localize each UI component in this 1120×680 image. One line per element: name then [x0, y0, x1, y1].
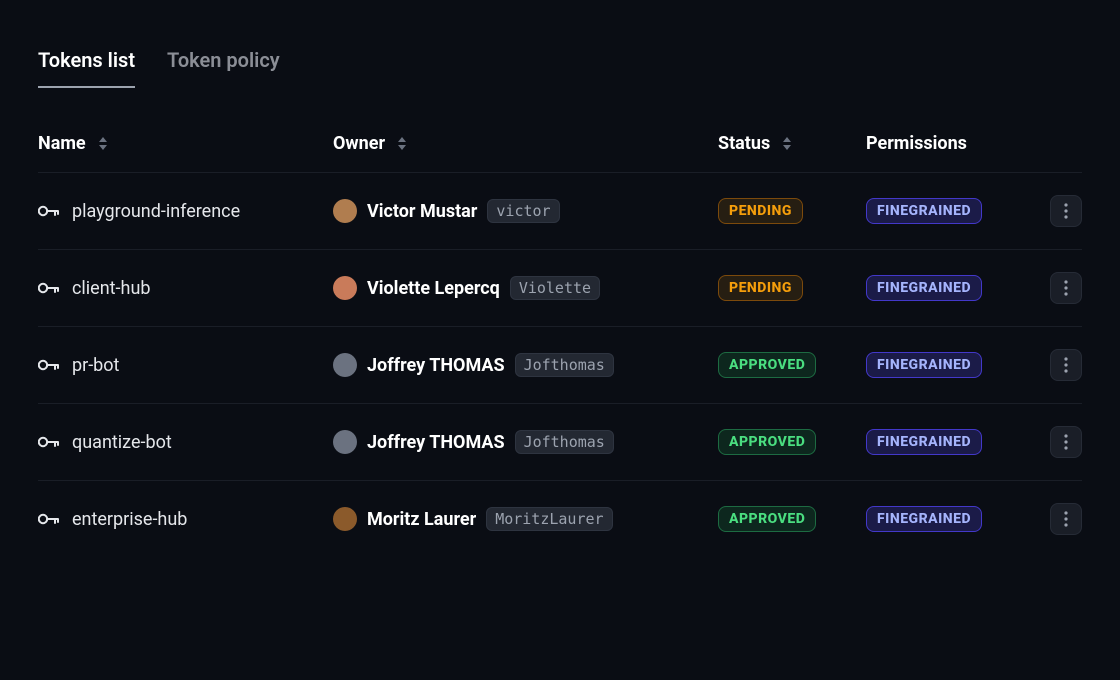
- owner-name: Moritz Laurer: [367, 509, 476, 530]
- status-badge: PENDING: [718, 275, 803, 301]
- token-name: enterprise-hub: [72, 509, 187, 530]
- key-icon: [38, 358, 60, 372]
- key-icon: [38, 435, 60, 449]
- owner-cell[interactable]: Moritz Laurer MoritzLaurer: [333, 507, 718, 531]
- owner-name: Victor Mustar: [367, 201, 477, 222]
- col-permissions: Permissions: [866, 133, 1046, 154]
- actions-cell: [1046, 349, 1082, 381]
- avatar: [333, 199, 357, 223]
- row-menu-button[interactable]: [1050, 349, 1082, 381]
- tab-tokens-list[interactable]: Tokens list: [38, 48, 135, 88]
- table-row: enterprise-hub Moritz Laurer MoritzLaurer A…: [38, 480, 1082, 557]
- col-owner[interactable]: Owner: [333, 133, 718, 154]
- row-menu-button[interactable]: [1050, 272, 1082, 304]
- owner-cell[interactable]: Joffrey THOMAS Jofthomas: [333, 430, 718, 454]
- status-cell: APPROVED: [718, 352, 866, 378]
- status-cell: PENDING: [718, 275, 866, 301]
- permission-badge: FINEGRAINED: [866, 352, 982, 378]
- token-name-cell[interactable]: client-hub: [38, 278, 333, 299]
- tab-token-policy[interactable]: Token policy: [167, 48, 280, 88]
- status-cell: PENDING: [718, 198, 866, 224]
- avatar: [333, 430, 357, 454]
- col-name[interactable]: Name: [38, 133, 333, 154]
- row-menu-button[interactable]: [1050, 426, 1082, 458]
- table-row: pr-bot Joffrey THOMAS Jofthomas APPROVED FIN…: [38, 326, 1082, 403]
- sort-icon: [782, 137, 792, 150]
- row-menu-button[interactable]: [1050, 195, 1082, 227]
- owner-name: Joffrey THOMAS: [367, 355, 505, 376]
- permission-badge: FINEGRAINED: [866, 275, 982, 301]
- owner-handle: Jofthomas: [515, 353, 614, 377]
- avatar: [333, 276, 357, 300]
- col-name-label: Name: [38, 133, 86, 154]
- token-name: pr-bot: [72, 355, 119, 376]
- permission-badge: FINEGRAINED: [866, 429, 982, 455]
- status-cell: APPROVED: [718, 506, 866, 532]
- key-icon: [38, 281, 60, 295]
- status-badge: APPROVED: [718, 352, 816, 378]
- owner-cell[interactable]: Violette Lepercq Violette: [333, 276, 718, 300]
- col-owner-label: Owner: [333, 133, 385, 154]
- avatar: [333, 507, 357, 531]
- permission-cell: FINEGRAINED: [866, 198, 1046, 224]
- token-name-cell[interactable]: pr-bot: [38, 355, 333, 376]
- owner-name: Violette Lepercq: [367, 278, 500, 299]
- row-menu-button[interactable]: [1050, 503, 1082, 535]
- owner-handle: Jofthomas: [515, 430, 614, 454]
- status-cell: APPROVED: [718, 429, 866, 455]
- status-badge: APPROVED: [718, 506, 816, 532]
- table-row: playground-inference Victor Mustar victor P…: [38, 172, 1082, 249]
- token-name: client-hub: [72, 278, 150, 299]
- owner-handle: victor: [487, 199, 559, 223]
- sort-icon: [98, 137, 108, 150]
- col-permissions-label: Permissions: [866, 133, 967, 154]
- col-status[interactable]: Status: [718, 133, 866, 154]
- owner-handle: MoritzLaurer: [486, 507, 612, 531]
- token-name: quantize-bot: [72, 432, 172, 453]
- key-icon: [38, 204, 60, 218]
- actions-cell: [1046, 272, 1082, 304]
- table-row: client-hub Violette Lepercq Violette PENDIN…: [38, 249, 1082, 326]
- permission-cell: FINEGRAINED: [866, 429, 1046, 455]
- key-icon: [38, 512, 60, 526]
- table-header: Name Owner Status Permissions: [38, 133, 1082, 172]
- owner-cell[interactable]: Joffrey THOMAS Jofthomas: [333, 353, 718, 377]
- token-name: playground-inference: [72, 201, 240, 222]
- owner-name: Joffrey THOMAS: [367, 432, 505, 453]
- token-name-cell[interactable]: playground-inference: [38, 201, 333, 222]
- permission-cell: FINEGRAINED: [866, 275, 1046, 301]
- status-badge: APPROVED: [718, 429, 816, 455]
- owner-handle: Violette: [510, 276, 600, 300]
- permission-badge: FINEGRAINED: [866, 198, 982, 224]
- permission-cell: FINEGRAINED: [866, 506, 1046, 532]
- owner-cell[interactable]: Victor Mustar victor: [333, 199, 718, 223]
- actions-cell: [1046, 195, 1082, 227]
- permission-badge: FINEGRAINED: [866, 506, 982, 532]
- token-name-cell[interactable]: quantize-bot: [38, 432, 333, 453]
- table-row: quantize-bot Joffrey THOMAS Jofthomas APPRO…: [38, 403, 1082, 480]
- col-status-label: Status: [718, 133, 770, 154]
- actions-cell: [1046, 503, 1082, 535]
- permission-cell: FINEGRAINED: [866, 352, 1046, 378]
- tabs: Tokens list Token policy: [38, 48, 1082, 89]
- token-name-cell[interactable]: enterprise-hub: [38, 509, 333, 530]
- avatar: [333, 353, 357, 377]
- sort-icon: [397, 137, 407, 150]
- actions-cell: [1046, 426, 1082, 458]
- status-badge: PENDING: [718, 198, 803, 224]
